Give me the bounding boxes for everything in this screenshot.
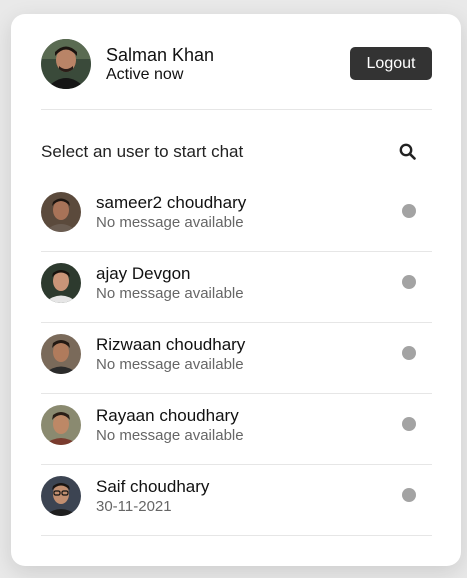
user-list-item[interactable]: Rayaan choudhary No message available bbox=[41, 394, 432, 465]
current-user-name: Salman Khan bbox=[106, 45, 215, 65]
user-name: Rizwaan choudhary bbox=[96, 335, 246, 354]
user-list-item[interactable]: Saif choudhary 30-11-2021 bbox=[41, 465, 432, 536]
user-list-item[interactable]: ajay Devgon No message available bbox=[41, 252, 432, 323]
user-list: sameer2 choudhary No message available a… bbox=[41, 181, 432, 536]
user-name: sameer2 choudhary bbox=[96, 193, 247, 212]
user-last-message: No message available bbox=[96, 285, 244, 302]
current-user-status: Active now bbox=[106, 66, 184, 83]
user-avatar bbox=[41, 476, 81, 516]
user-list-item[interactable]: Rizwaan choudhary No message available bbox=[41, 323, 432, 394]
chat-users-card: Salman Khan Active now Logout Select an … bbox=[11, 14, 461, 566]
user-last-message: No message available bbox=[96, 356, 244, 373]
user-last-message: No message available bbox=[96, 214, 244, 231]
logout-button[interactable]: Logout bbox=[350, 47, 432, 80]
user-name: Rayaan choudhary bbox=[96, 406, 239, 425]
status-dot bbox=[402, 204, 416, 218]
search-prompt-text: Select an user to start chat bbox=[41, 142, 244, 161]
user-avatar bbox=[41, 405, 81, 445]
status-dot bbox=[402, 275, 416, 289]
search-button[interactable] bbox=[394, 138, 420, 164]
user-name: ajay Devgon bbox=[96, 264, 191, 283]
user-avatar bbox=[41, 263, 81, 303]
user-avatar bbox=[41, 192, 81, 232]
user-avatar bbox=[41, 334, 81, 374]
search-icon bbox=[399, 143, 416, 160]
search-bar: Select an user to start chat bbox=[41, 132, 432, 170]
status-dot bbox=[402, 346, 416, 360]
status-dot bbox=[402, 488, 416, 502]
user-name: Saif choudhary bbox=[96, 477, 210, 496]
current-user-avatar bbox=[41, 39, 91, 89]
user-last-message: No message available bbox=[96, 427, 244, 444]
user-list-item[interactable]: sameer2 choudhary No message available bbox=[41, 181, 432, 252]
current-user-header: Salman Khan Active now Logout bbox=[41, 14, 432, 110]
user-last-message: 30-11-2021 bbox=[96, 498, 172, 515]
status-dot bbox=[402, 417, 416, 431]
